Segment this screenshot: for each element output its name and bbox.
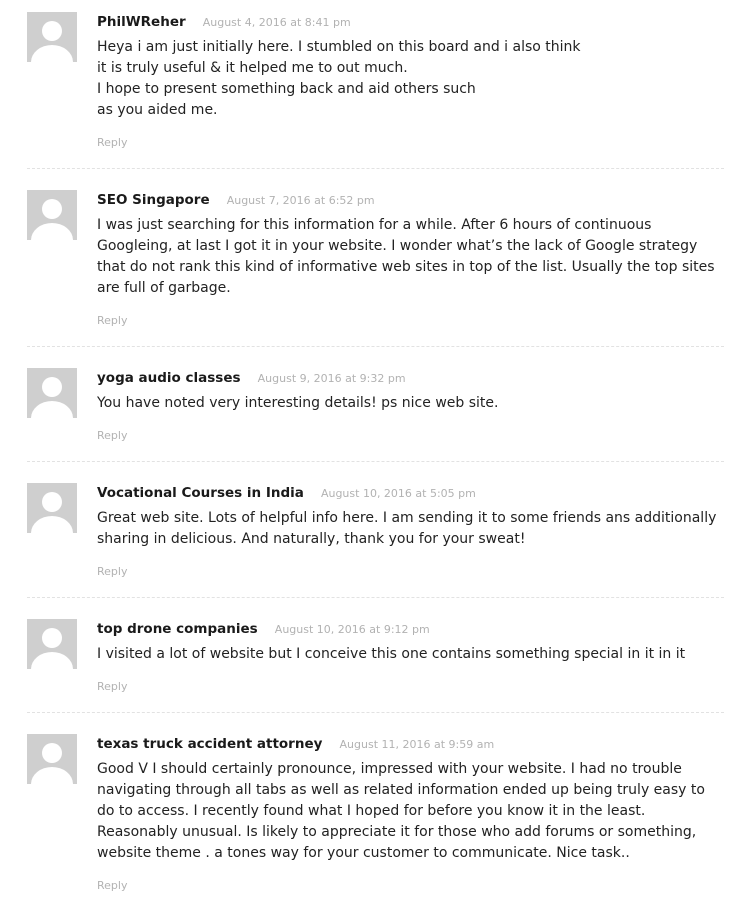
comment-text-line: I hope to present something back and aid…	[97, 81, 476, 97]
comment-meta: Vocational Courses in India August 10, 2…	[97, 483, 476, 503]
reply-link[interactable]: Reply	[97, 136, 127, 149]
avatar[interactable]	[27, 619, 77, 669]
comment-text-line: You have noted very interesting details!…	[97, 395, 499, 411]
comment-text-line: do to access. I recently found what I ho…	[97, 803, 646, 819]
comment-date[interactable]: August 11, 2016 at 9:59 am	[340, 738, 495, 751]
comment-divider	[27, 712, 724, 713]
comment-text-line: sharing in delicious. And naturally, tha…	[97, 531, 526, 547]
avatar[interactable]	[27, 12, 77, 62]
comment-date[interactable]: August 4, 2016 at 8:41 pm	[203, 16, 351, 29]
comment-divider	[27, 461, 724, 462]
comment-text-line: I was just searching for this informatio…	[97, 217, 652, 233]
comment-text-line: Great web site. Lots of helpful info her…	[97, 510, 717, 526]
comment-text-line: it is truly useful & it helped me to out…	[97, 60, 408, 76]
avatar[interactable]	[27, 368, 77, 418]
comment-meta: PhilWReher August 4, 2016 at 8:41 pm	[97, 12, 351, 32]
comment-body: I was just searching for this informatio…	[97, 215, 729, 299]
reply-link[interactable]: Reply	[97, 879, 127, 892]
comment-author[interactable]: SEO Singapore	[97, 192, 210, 208]
avatar[interactable]	[27, 734, 77, 784]
comment-text-line: as you aided me.	[97, 102, 218, 118]
comment-date[interactable]: August 7, 2016 at 6:52 pm	[227, 194, 375, 207]
comment-meta: top drone companies August 10, 2016 at 9…	[97, 619, 430, 639]
reply-link[interactable]: Reply	[97, 314, 127, 327]
default-avatar-icon	[27, 368, 77, 418]
comment-text-line: Heya i am just initially here. I stumble…	[97, 39, 581, 55]
comment-author[interactable]: PhilWReher	[97, 14, 186, 30]
comment-divider	[27, 597, 724, 598]
comment-text-line: that do not rank this kind of informativ…	[97, 259, 715, 275]
avatar[interactable]	[27, 483, 77, 533]
comment-text-line: navigating through all tabs as well as r…	[97, 782, 705, 798]
default-avatar-icon	[27, 734, 77, 784]
comment-divider	[27, 168, 724, 169]
comment-meta: texas truck accident attorney August 11,…	[97, 734, 494, 754]
comment-text-line: Good V I should certainly pronounce, imp…	[97, 761, 682, 777]
comment-author[interactable]: texas truck accident attorney	[97, 736, 322, 752]
default-avatar-icon	[27, 619, 77, 669]
comment-text-line: Reasonably unusual. Is likely to appreci…	[97, 824, 697, 840]
default-avatar-icon	[27, 483, 77, 533]
comment-date[interactable]: August 9, 2016 at 9:32 pm	[258, 372, 406, 385]
default-avatar-icon	[27, 190, 77, 240]
reply-link[interactable]: Reply	[97, 429, 127, 442]
comment-text-line: website theme . a tones way for your cus…	[97, 845, 630, 861]
comment-body: You have noted very interesting details!…	[97, 393, 729, 414]
comment-text-line: Googleing, at last I got it in your webs…	[97, 238, 698, 254]
comment-meta: SEO Singapore August 7, 2016 at 6:52 pm	[97, 190, 375, 210]
comment-meta: yoga audio classes August 9, 2016 at 9:3…	[97, 368, 406, 388]
comment-body: Good V I should certainly pronounce, imp…	[97, 759, 729, 864]
default-avatar-icon	[27, 12, 77, 62]
comment-divider	[27, 346, 724, 347]
reply-link[interactable]: Reply	[97, 565, 127, 578]
comment-text-line: I visited a lot of website but I conceiv…	[97, 646, 686, 662]
comment-body: I visited a lot of website but I conceiv…	[97, 644, 729, 665]
comment-body: Heya i am just initially here. I stumble…	[97, 37, 729, 121]
comment-author[interactable]: Vocational Courses in India	[97, 485, 304, 501]
avatar[interactable]	[27, 190, 77, 240]
comment-author[interactable]: yoga audio classes	[97, 370, 241, 386]
comment-text-line: are full of garbage.	[97, 280, 231, 296]
reply-link[interactable]: Reply	[97, 680, 127, 693]
comment-date[interactable]: August 10, 2016 at 5:05 pm	[321, 487, 476, 500]
comment-author[interactable]: top drone companies	[97, 621, 258, 637]
comment-date[interactable]: August 10, 2016 at 9:12 pm	[275, 623, 430, 636]
comment-body: Great web site. Lots of helpful info her…	[97, 508, 729, 550]
